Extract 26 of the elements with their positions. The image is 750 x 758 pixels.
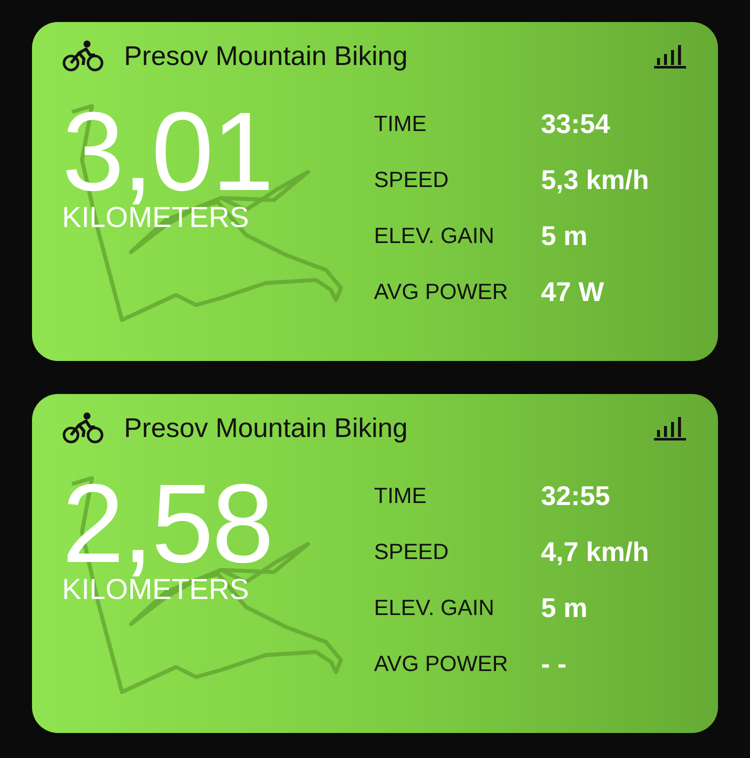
stat-value: 4,7 km/h [541,536,650,568]
cyclist-icon [62,40,104,72]
stat-value: - - [541,648,568,680]
activity-title: Presov Mountain Biking [124,40,409,72]
stat-value: 33:54 [541,108,612,140]
activity-card[interactable]: Presov Mountain Biking 2,58 KILOMETERS TIME 32:55 SPEED 4,7 km/h ELEV. GAIN 5 m AVG POWER - - [32,394,718,733]
stat-label: ELEV. GAIN [374,223,496,249]
stat-label: ELEV. GAIN [374,595,496,621]
stat-value: 5 m [541,220,589,252]
activity-title: Presov Mountain Biking [124,412,409,444]
stat-value: 32:55 [541,480,612,512]
stat-label: SPEED [374,539,450,565]
cyclist-icon [62,412,104,444]
stat-value: 5,3 km/h [541,164,650,196]
stat-label: TIME [374,483,428,509]
stat-value: 47 W [541,276,606,308]
distance-value: 2,58 [62,468,273,580]
distance-value: 3,01 [62,96,273,208]
bar-chart-icon[interactable] [654,43,686,69]
stat-label: SPEED [374,167,450,193]
stat-label: TIME [374,111,428,137]
bar-chart-icon[interactable] [654,415,686,441]
stat-label: AVG POWER [374,651,510,677]
activity-card[interactable]: Presov Mountain Biking 3,01 KILOMETERS TIME 33:54 SPEED 5,3 km/h ELEV. GAIN 5 m AVG POWER 47 W [32,22,718,361]
stat-value: 5 m [541,592,589,624]
stat-label: AVG POWER [374,279,510,305]
